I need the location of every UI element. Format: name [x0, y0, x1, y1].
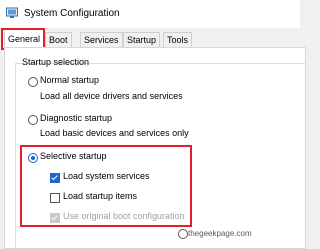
watermark: thegeekpage.com [188, 229, 252, 238]
load-system-services-checkbox[interactable] [50, 173, 60, 183]
use-original-boot-configuration-label: Use original boot configuration [63, 211, 185, 221]
selective-startup-radio[interactable] [28, 153, 38, 163]
tab-general[interactable]: General [4, 29, 45, 49]
tab-startup[interactable]: Startup [123, 32, 161, 48]
use-original-boot-configuration-checkbox[interactable] [50, 213, 60, 223]
system-configuration-icon [6, 7, 18, 18]
normal-startup-radio[interactable] [28, 77, 38, 87]
window-title: System Configuration [24, 8, 120, 19]
tab-tools[interactable]: Tools [163, 32, 193, 48]
watermark-logo-icon [178, 229, 188, 239]
tab-services[interactable]: Services [80, 32, 123, 48]
tab-boot[interactable]: Boot [45, 32, 72, 48]
diagnostic-startup-label[interactable]: Diagnostic startup [40, 113, 112, 123]
diagnostic-startup-radio[interactable] [28, 115, 38, 125]
diagnostic-startup-description: Load basic devices and services only [40, 128, 189, 138]
load-startup-items-label[interactable]: Load startup items [63, 191, 137, 201]
load-startup-items-checkbox[interactable] [50, 193, 60, 203]
group-label: Startup selection [22, 57, 90, 67]
normal-startup-description: Load all device drivers and services [40, 91, 183, 101]
normal-startup-label[interactable]: Normal startup [40, 75, 99, 85]
title-bar: System Configuration [0, 0, 300, 28]
load-system-services-label[interactable]: Load system services [63, 171, 150, 181]
selective-startup-label[interactable]: Selective startup [40, 151, 107, 161]
